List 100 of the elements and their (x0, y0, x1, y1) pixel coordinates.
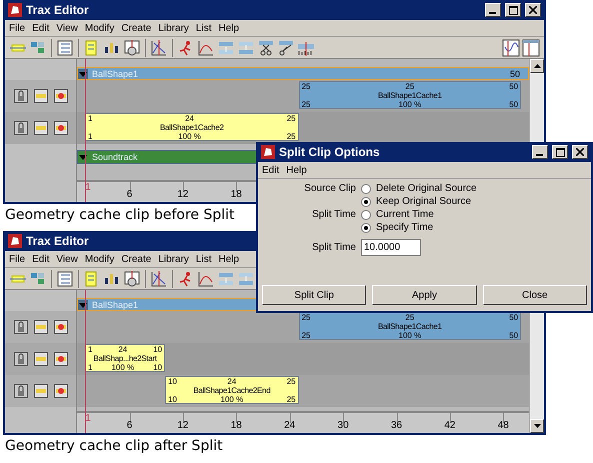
clip-name: BallShape1Cache2End (193, 386, 270, 395)
menu-item[interactable]: View (56, 254, 78, 264)
clip[interactable]: 1 24 10 BallShap...he2Start 1 100 % 10 (85, 344, 166, 372)
maximize-icon (556, 148, 564, 156)
layer-icon[interactable] (34, 320, 48, 334)
app-logo-icon (8, 3, 22, 17)
clip-name: BallShap...he2Start (93, 354, 157, 363)
field-label: Split Time (311, 242, 356, 255)
radio-option[interactable]: Specify Time (361, 222, 591, 234)
menu-item[interactable]: List (196, 254, 212, 264)
window-title: Trax Editor (26, 3, 89, 17)
clip[interactable]: 25 25 50 BallShape1Cache1 25 100 % 50 (298, 81, 522, 109)
clip-name: BallShape1Cache1 (378, 91, 442, 100)
ruler-label: 24 (284, 420, 296, 431)
menu-item[interactable]: Help (286, 164, 307, 176)
clip-start: 1 (88, 345, 92, 354)
mute-icon[interactable] (54, 121, 68, 135)
mute-icon[interactable] (54, 320, 68, 334)
menu-item[interactable]: File (9, 22, 26, 34)
graph-icon[interactable] (150, 38, 168, 56)
maximize-button[interactable] (505, 3, 521, 17)
menu-item[interactable]: Library (158, 22, 189, 34)
window-title: Trax Editor (26, 234, 89, 248)
radio-label: Keep Original Source (376, 196, 472, 208)
clip-source-end: 25 (286, 395, 296, 404)
clip[interactable]: 25 25 50 BallShape1Cache1 25 100 % 50 (298, 312, 522, 340)
graph-icon[interactable] (150, 270, 168, 288)
radio-option[interactable]: Keep Original Source (361, 196, 591, 208)
curve-icon[interactable] (197, 270, 215, 288)
lock-icon[interactable] (14, 89, 28, 103)
menu-item[interactable]: Edit (262, 164, 280, 176)
radio-button[interactable] (361, 197, 371, 207)
expand-arrow-icon[interactable] (78, 152, 88, 162)
menu-item[interactable]: Help (218, 22, 240, 34)
radio-button[interactable] (361, 184, 371, 194)
menu-item[interactable]: View (56, 22, 78, 34)
dialog-button[interactable]: Apply (372, 285, 477, 305)
menu-item[interactable]: Edit (32, 22, 50, 34)
minimize-button[interactable] (485, 3, 501, 17)
expand-arrow-icon[interactable] (78, 68, 88, 78)
time-ruler[interactable]: 1 6 12 18 24 30 36 42 48 (77, 411, 529, 433)
radio-option[interactable]: Current Time (361, 209, 591, 221)
graph-editor-icon[interactable] (502, 38, 520, 56)
radio-option[interactable]: Delete Original Source (361, 183, 591, 195)
radio-button[interactable] (361, 223, 371, 233)
list-icon[interactable] (56, 38, 74, 56)
scissors-icon[interactable] (257, 38, 275, 56)
scroll-down-button[interactable] (530, 419, 544, 433)
menu-item[interactable]: Modify (84, 254, 114, 264)
maximize-button[interactable] (552, 145, 568, 159)
clock-icon[interactable] (123, 38, 141, 56)
lock-icon[interactable] (14, 384, 28, 398)
mute-icon[interactable] (54, 352, 68, 366)
dialog-button[interactable]: Split Clip (262, 285, 366, 305)
menu-item[interactable]: Modify (84, 22, 114, 34)
scroll-up-button[interactable] (530, 59, 544, 73)
menu-item[interactable]: Edit (32, 254, 50, 264)
mute-icon[interactable] (54, 384, 68, 398)
clip-scale: 100 % (177, 132, 202, 141)
layer-icon[interactable] (34, 384, 48, 398)
close-button[interactable] (525, 3, 541, 17)
menu-item[interactable]: List (196, 22, 212, 34)
close-button[interactable] (572, 145, 588, 159)
radio-button[interactable] (361, 210, 371, 220)
lock-icon[interactable] (14, 320, 28, 334)
scissors-icon[interactable] (277, 38, 295, 56)
minimize-button[interactable] (532, 145, 548, 159)
clip[interactable]: 10 24 25 BallShape1Cache2End 10 100 % 25 (165, 376, 299, 404)
list-icon[interactable] (56, 270, 74, 288)
split-time-field[interactable]: 10.0000 (361, 239, 421, 256)
layer-icon[interactable] (34, 352, 48, 366)
close-icon (576, 148, 584, 156)
clip-scale: 100 % (220, 395, 244, 404)
clip-name: BallShape1Cache1 (378, 322, 442, 331)
character-bar[interactable]: BallShape1 50 (77, 67, 529, 80)
expand-arrow-icon[interactable] (78, 300, 88, 310)
ruler-label: 18 (230, 189, 242, 200)
tick-mark (182, 413, 184, 423)
dialog-button[interactable]: Close (482, 285, 587, 305)
mute-icon[interactable] (54, 89, 68, 103)
layer-icon[interactable] (34, 89, 48, 103)
menu-item[interactable]: File (9, 254, 26, 264)
menu-item[interactable]: Library (158, 254, 189, 264)
panel-icon[interactable] (522, 38, 540, 56)
tick-mark (290, 413, 291, 423)
tick-mark (450, 413, 451, 423)
menu-item[interactable]: Create (121, 22, 152, 34)
curve-icon[interactable] (197, 38, 215, 56)
clip-source-start: 1 (88, 363, 92, 372)
menu-item[interactable]: Help (218, 254, 240, 264)
menu-item[interactable]: Create (121, 254, 152, 264)
lock-icon[interactable] (14, 352, 28, 366)
close-icon (529, 6, 537, 14)
ruler-label: 6 (126, 189, 132, 200)
clip[interactable]: 1 24 25 BallShape1Cache2 1 100 % 25 (85, 113, 299, 141)
app-logo-icon (261, 145, 275, 159)
clip-source-start: 1 (88, 132, 92, 141)
layer-icon[interactable] (34, 121, 48, 135)
clock-icon[interactable] (123, 270, 141, 288)
lock-icon[interactable] (14, 121, 28, 135)
